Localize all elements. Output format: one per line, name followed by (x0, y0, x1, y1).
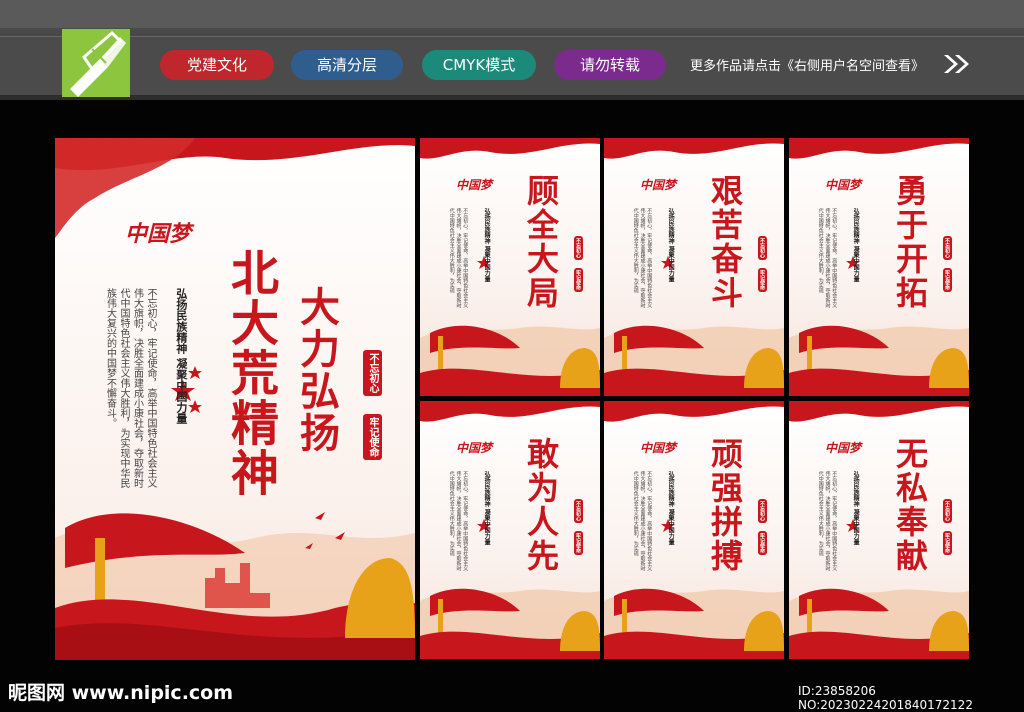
stamp-remember: 牢记使命 (758, 268, 767, 292)
watermark-site: 昵图网 www.nipic.com (8, 682, 234, 704)
china-dream-signature: 中国梦 (825, 178, 862, 192)
poster-decoration (420, 401, 600, 659)
small-slogan: 弘扬民族精神 凝聚中国力量 (483, 208, 491, 283)
small-poster: 中国梦 敢为人先 弘扬民族精神 凝聚中国力量 不忘初心，牢记使命，高举中国特色社会主义… (420, 401, 600, 659)
small-poster: 中国梦 艰苦奋斗 弘扬民族精神 凝聚中国力量 不忘初心，牢记使命，高举中国特色社会主义… (604, 138, 784, 396)
more-works-notice[interactable]: 更多作品请点击《右侧用户名空间查看》 (690, 55, 924, 74)
pen-logo-icon (62, 29, 130, 97)
small-slogan: 弘扬民族精神 凝聚中国力量 (852, 208, 860, 283)
small-poster-title: 顾全大局 (522, 174, 560, 310)
stamp-not-forget: 不忘初心 (758, 236, 767, 260)
small-body-text: 不忘初心，牢记使命，高举中国特色社会主义伟大旗帜，决胜全面建成小康社会，夺取新时… (632, 471, 653, 571)
small-body-text: 不忘初心，牢记使命，高举中国特色社会主义伟大旗帜，决胜全面建成小康社会，夺取新时… (448, 208, 469, 308)
stamp-remember: 牢记使命 (943, 268, 952, 292)
banner-stripe (0, 0, 1024, 28)
stamp-remember: 牢记使命 (363, 414, 382, 460)
stamp-remember: 牢记使命 (943, 531, 952, 555)
small-body-text: 不忘初心，牢记使命，高举中国特色社会主义伟大旗帜，决胜全面建成小康社会，夺取新时… (817, 208, 838, 308)
small-poster-title: 艰苦奋斗 (706, 174, 744, 310)
small-poster: 中国梦 无私奉献 弘扬民族精神 凝聚中国力量 不忘初心，牢记使命，高举中国特色社会主义… (789, 401, 969, 659)
china-dream-signature: 中国梦 (640, 178, 677, 192)
main-body-text: 不忘初心，牢记使命，高举中国特色社会主义伟大旗帜，决胜全面建成小康社会，夺取新时… (104, 288, 157, 488)
tag-cmyk[interactable]: CMYK模式 (422, 50, 536, 80)
stamp-remember: 牢记使命 (758, 531, 767, 555)
tag-hd-layers[interactable]: 高清分层 (291, 50, 403, 80)
small-body-text: 不忘初心，牢记使命，高举中国特色社会主义伟大旗帜，决胜全面建成小康社会，夺取新时… (632, 208, 653, 308)
stamp-not-forget: 不忘初心 (943, 236, 952, 260)
stamp-not-forget: 不忘初心 (574, 236, 583, 260)
china-dream-signature: 中国梦 (640, 441, 677, 455)
small-poster: 中国梦 顾全大局 弘扬民族精神 凝聚中国力量 不忘初心，牢记使命，高举中国特色社会主义… (420, 138, 600, 396)
stamp-remember: 牢记使命 (574, 531, 583, 555)
china-dream-signature: 中国梦 (125, 221, 192, 247)
stamp-not-forget: 不忘初心 (363, 350, 382, 396)
main-slogan: 弘扬民族精神 凝聚中国力量 (174, 288, 188, 424)
watermark-id: ID:23858206 NO:20230224201840172122 (798, 684, 973, 712)
small-slogan: 弘扬民族精神 凝聚中国力量 (852, 471, 860, 546)
small-poster-title: 勇于开拓 (891, 174, 929, 310)
stamp-not-forget: 不忘初心 (943, 499, 952, 523)
poster-decoration (789, 401, 969, 659)
small-poster-title: 敢为人先 (522, 437, 560, 573)
main-title: 北大荒精神 (222, 248, 278, 498)
double-arrow-icon[interactable] (944, 55, 970, 77)
small-poster-title: 无私奉献 (891, 437, 929, 573)
china-dream-signature: 中国梦 (456, 441, 493, 455)
main-poster: 中国梦 北大荒精神 大力弘扬 弘扬民族精神 凝聚中国力量 不忘初心，牢记使命，高… (55, 138, 415, 660)
small-poster: 中国梦 勇于开拓 弘扬民族精神 凝聚中国力量 不忘初心，牢记使命，高举中国特色社会主义… (789, 138, 969, 396)
poster-decoration (789, 138, 969, 396)
poster-decoration (604, 401, 784, 659)
main-subtitle: 大力弘扬 (293, 286, 340, 454)
small-slogan: 弘扬民族精神 凝聚中国力量 (667, 208, 675, 283)
small-slogan: 弘扬民族精神 凝聚中国力量 (483, 471, 491, 546)
small-poster-title: 顽强拼搏 (706, 437, 744, 573)
small-body-text: 不忘初心，牢记使命，高举中国特色社会主义伟大旗帜，决胜全面建成小康社会，夺取新时… (448, 471, 469, 571)
china-dream-signature: 中国梦 (456, 178, 493, 192)
stamp-remember: 牢记使命 (574, 268, 583, 292)
poster-decoration (420, 138, 600, 396)
small-poster: 中国梦 顽强拼搏 弘扬民族精神 凝聚中国力量 不忘初心，牢记使命，高举中国特色社会主义… (604, 401, 784, 659)
stamp-not-forget: 不忘初心 (574, 499, 583, 523)
small-slogan: 弘扬民族精神 凝聚中国力量 (667, 471, 675, 546)
small-body-text: 不忘初心，牢记使命，高举中国特色社会主义伟大旗帜，决胜全面建成小康社会，夺取新时… (817, 471, 838, 571)
tag-no-repost[interactable]: 请勿转载 (554, 50, 666, 80)
tag-party-culture[interactable]: 党建文化 (160, 50, 274, 80)
china-dream-signature: 中国梦 (825, 441, 862, 455)
stamp-not-forget: 不忘初心 (758, 499, 767, 523)
poster-decoration (604, 138, 784, 396)
